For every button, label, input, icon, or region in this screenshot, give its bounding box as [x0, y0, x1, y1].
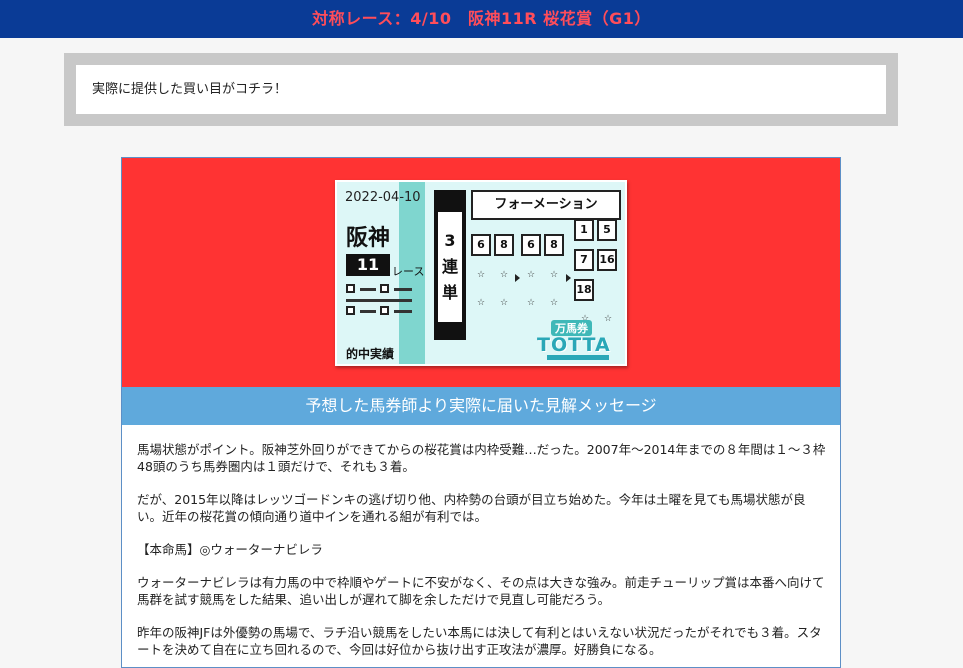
totta-logo: 万馬券 TOTTA: [533, 320, 623, 364]
bet-type-char: 単: [441, 283, 458, 302]
horse-number: 7: [574, 249, 594, 271]
ticket-venue: 阪神: [346, 226, 391, 251]
horse-number: 1: [574, 219, 594, 241]
horse-number: 5: [597, 219, 617, 241]
ticket-footer: 的中実績: [346, 347, 395, 361]
logo-main: TOTTA: [537, 334, 611, 356]
prediction-card: 2022-04-10 阪神 11 レース 的中実績 3 連 単 フォーメーション…: [121, 157, 841, 668]
star-icon: ☆: [500, 298, 509, 308]
message-paragraph: 【本命馬】◎ウォーターナビレラ: [137, 542, 323, 557]
horse-number: 16: [597, 249, 617, 271]
horse-number: 8: [544, 234, 564, 256]
betting-ticket-image: 2022-04-10 阪神 11 レース 的中実績 3 連 単 フォーメーション…: [335, 180, 627, 366]
star-icon: ☆: [527, 270, 536, 280]
ticket-area: 2022-04-10 阪神 11 レース 的中実績 3 連 単 フォーメーション…: [122, 158, 840, 387]
star-icon: ☆: [550, 298, 559, 308]
star-icon: ☆: [477, 298, 486, 308]
message-paragraph: ウォーターナビレラは有力馬の中で枠順やゲートに不安がなく、その点は大きな強み。前…: [137, 575, 825, 607]
message-body: 馬場状態がポイント。阪神芝外回りができてからの桜花賞は内枠受難…だった。2007…: [137, 441, 827, 667]
star-icon: ☆: [500, 270, 509, 280]
page-header: 対称レース：4/10 阪神11R 桜花賞（G1）: [0, 0, 963, 38]
ticket-race-suffix: レース: [392, 265, 425, 278]
arrow-icon: [515, 274, 520, 282]
message-band-title: 予想した馬券師より実際に届いた見解メッセージ: [122, 387, 840, 425]
horse-number: 6: [521, 234, 541, 256]
ticket-race-number: 11: [346, 254, 390, 276]
message-paragraph: だが、2015年以降はレッツゴードンキの逃げ切り他、内枠勢の台頭が目立ち始めた。…: [137, 492, 806, 524]
message-paragraph: 昨年の阪神JFは外優勢の馬場で、ラチ沿い競馬をしたい本馬には決して有利とはいえな…: [137, 625, 822, 657]
header-title: 対称レース：4/10 阪神11R 桜花賞（G1）: [312, 9, 651, 28]
star-icon: ☆: [527, 298, 536, 308]
star-icon: ☆: [550, 270, 559, 280]
horse-number: 8: [494, 234, 514, 256]
arrow-icon: [566, 274, 571, 282]
bet-method: フォーメーション: [471, 190, 621, 220]
notice-box: 実際に提供した買い目がコチラ！: [64, 53, 898, 126]
horse-number: 18: [574, 279, 594, 301]
horse-number: 6: [471, 234, 491, 256]
bet-type-char: 連: [441, 257, 458, 276]
message-paragraph: 馬場状態がポイント。阪神芝外回りができてからの桜花賞は内枠受難…だった。2007…: [137, 442, 826, 474]
notice-inner: 実際に提供した買い目がコチラ！: [76, 65, 886, 114]
star-icon: ☆: [477, 270, 486, 280]
bet-type-char: 3: [444, 231, 456, 250]
qr-code-icon: [346, 284, 416, 320]
notice-text: 実際に提供した買い目がコチラ！: [92, 82, 288, 97]
ticket-date: 2022-04-10: [345, 190, 421, 205]
bet-type-box: 3 連 単: [434, 190, 466, 340]
